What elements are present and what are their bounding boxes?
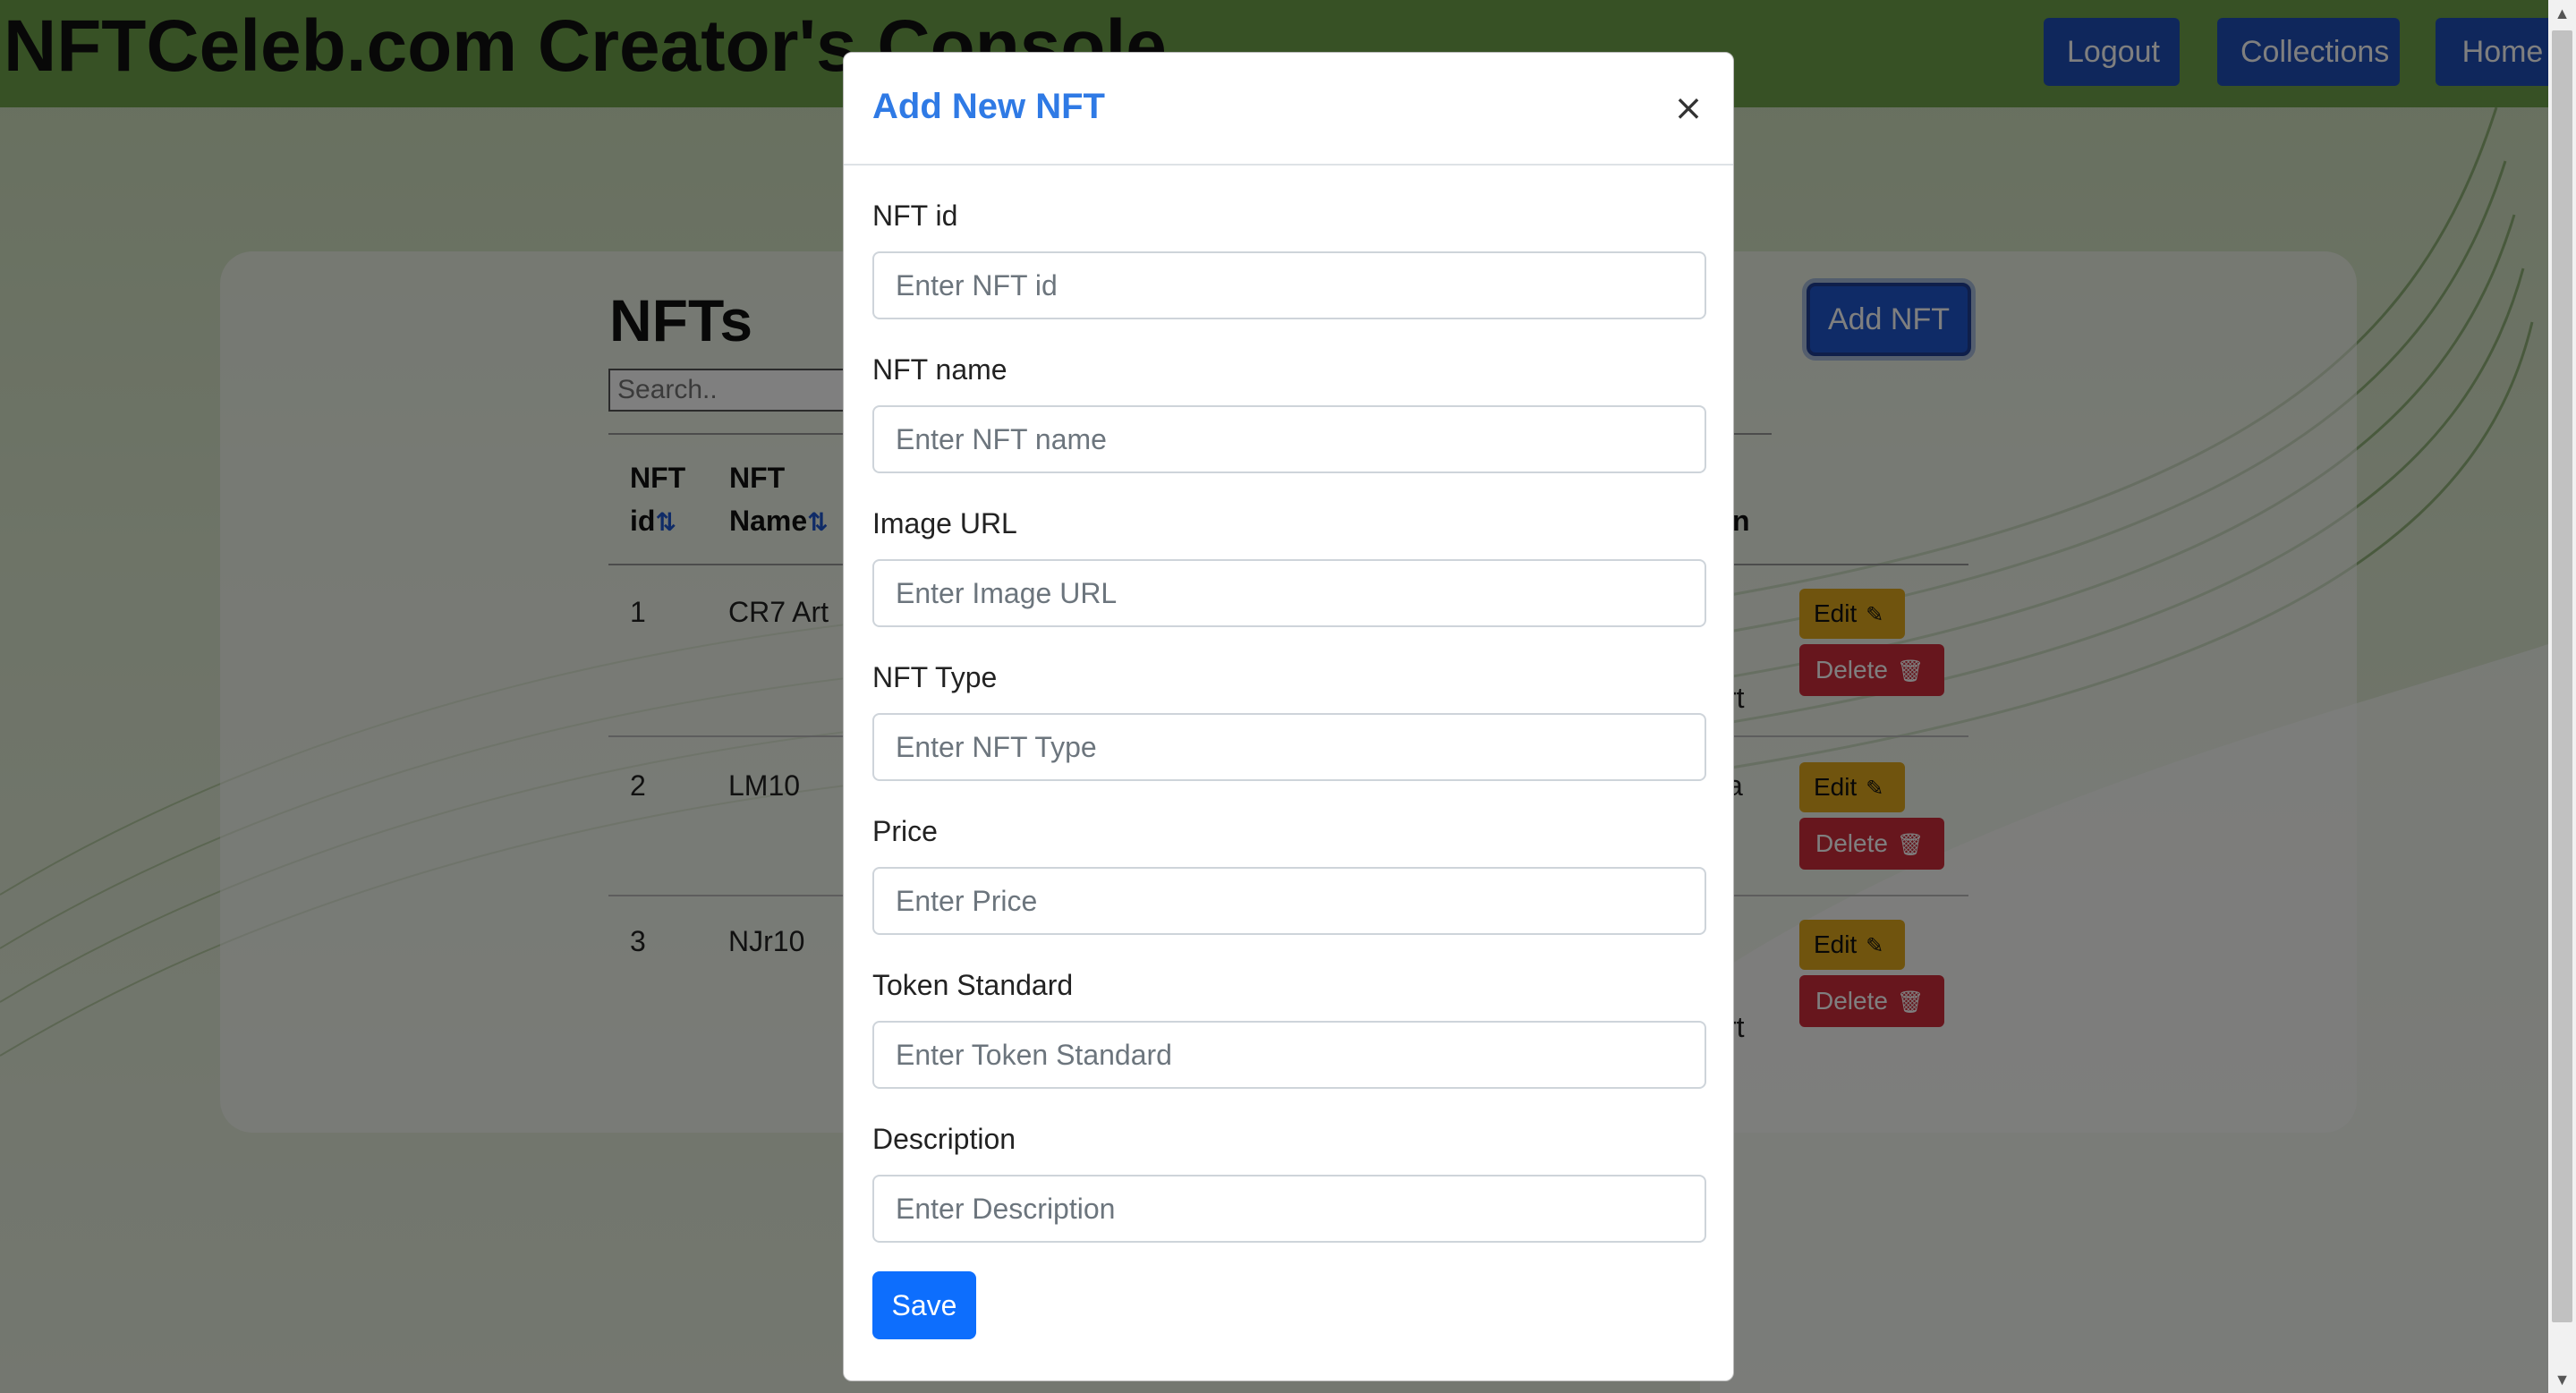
token-standard-input[interactable] bbox=[872, 1021, 1706, 1089]
image-url-label: Image URL bbox=[872, 507, 1017, 539]
nft-name-label: NFT name bbox=[872, 353, 1007, 386]
scrollbar-thumb[interactable] bbox=[2552, 30, 2572, 1322]
price-input[interactable] bbox=[872, 867, 1706, 935]
scroll-up-arrow-icon[interactable]: ▲ bbox=[2548, 0, 2576, 27]
image-url-input[interactable] bbox=[872, 559, 1706, 627]
close-icon[interactable]: × bbox=[1667, 87, 1710, 130]
nft-name-input[interactable] bbox=[872, 405, 1706, 473]
price-label: Price bbox=[872, 815, 938, 847]
modal-header: Add New NFT × bbox=[844, 53, 1733, 166]
nft-type-input[interactable] bbox=[872, 713, 1706, 781]
description-input[interactable] bbox=[872, 1175, 1706, 1243]
description-label: Description bbox=[872, 1123, 1016, 1155]
nft-id-input[interactable] bbox=[872, 251, 1706, 319]
save-button[interactable]: Save bbox=[872, 1271, 976, 1339]
token-standard-label: Token Standard bbox=[872, 969, 1074, 1001]
scroll-down-arrow-icon[interactable]: ▼ bbox=[2548, 1366, 2576, 1393]
modal-title: Add New NFT bbox=[872, 87, 1105, 126]
nft-id-label: NFT id bbox=[872, 200, 958, 232]
add-nft-modal: Add New NFT × NFT id NFT name Image URL … bbox=[843, 52, 1734, 1381]
nft-type-label: NFT Type bbox=[872, 661, 998, 693]
